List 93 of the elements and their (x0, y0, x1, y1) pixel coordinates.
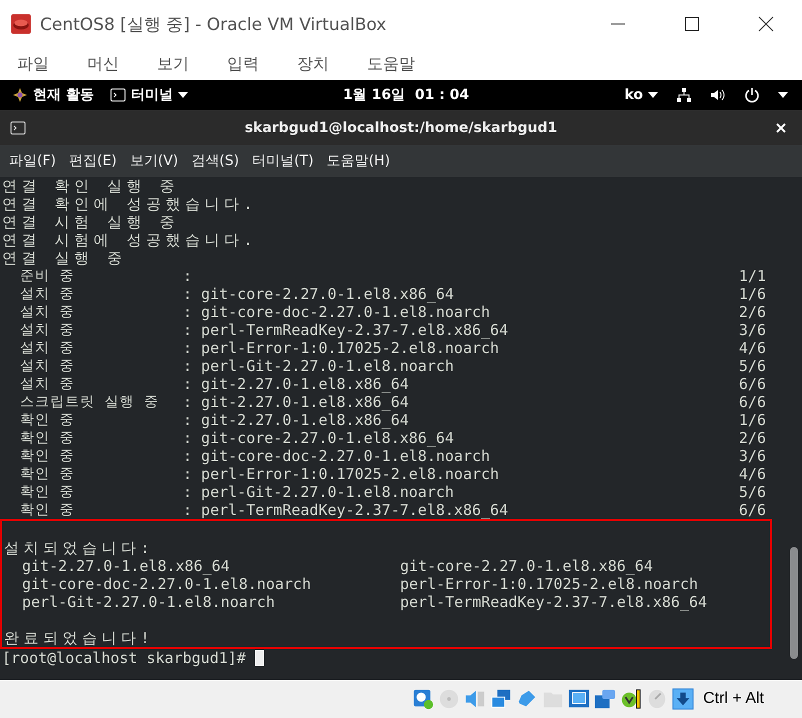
package-name: : git-core-2.27.0-1.el8.x86_64 (183, 429, 455, 447)
package-name: : (183, 267, 194, 285)
action-label: 확인 중 (20, 501, 76, 519)
menu-item[interactable]: 도움말 (367, 54, 415, 74)
menu-item[interactable]: 보기 (157, 54, 189, 74)
power-icon[interactable] (744, 87, 760, 103)
package-name: : perl-Git-2.27.0-1.el8.noarch (183, 483, 455, 501)
terminal-line: 연결 확인에 성공했습니다. (2, 195, 258, 213)
terminal-icon (10, 120, 26, 136)
action-label: 확인 중 (20, 465, 76, 483)
menu-item[interactable]: 터미널(T) (252, 152, 314, 170)
progress-count: 1/6 (738, 285, 766, 303)
menu-item[interactable]: 편집(E) (68, 152, 117, 170)
network-icon[interactable] (676, 87, 692, 103)
menu-item[interactable]: 장치 (297, 54, 329, 74)
action-label: 준비 중 (20, 267, 76, 285)
terminal-line: 설치되었습니다: (4, 539, 156, 557)
progress-count: 1/1 (738, 267, 766, 285)
menu-item[interactable]: 머신 (87, 54, 119, 74)
package-name: : perl-TermReadKey-2.37-7.el8.x86_64 (183, 501, 510, 519)
scrollbar-thumb[interactable] (790, 547, 798, 659)
progress-count: 4/6 (738, 465, 766, 483)
maximize-icon[interactable] (684, 16, 700, 32)
terminal-line: 연결 시험에 성공했습니다. (2, 231, 258, 249)
terminal-title: skarbgud1@localhost:/home/skarbgud1 (244, 120, 558, 136)
progress-count: 1/6 (738, 411, 766, 429)
progress-count: 5/6 (738, 483, 766, 501)
progress-count: 3/6 (738, 447, 766, 465)
hard-disk-icon[interactable] (412, 688, 434, 710)
package-name: : git-core-doc-2.27.0-1.el8.noarch (183, 303, 492, 321)
progress-count: 6/6 (738, 393, 766, 411)
action-label: 확인 중 (20, 411, 76, 429)
clock[interactable]: 1월 16일 01 : 04 (343, 86, 470, 104)
package-name: perl-Git-2.27.0-1.el8.noarch (22, 593, 276, 611)
caret-icon (648, 92, 658, 98)
caret-icon (178, 92, 188, 98)
package-name: : git-core-2.27.0-1.el8.x86_64 (183, 285, 455, 303)
action-label: 설치 중 (20, 375, 76, 393)
volume-icon[interactable] (710, 87, 726, 103)
progress-count: 6/6 (738, 375, 766, 393)
menu-item[interactable]: 검색(S) (191, 152, 240, 170)
action-label: 스크립트릿 실행 중 (20, 393, 160, 411)
action-label: 설치 중 (20, 321, 76, 339)
progress-count: 5/6 (738, 357, 766, 375)
package-name: perl-TermReadKey-2.37-7.el8.x86_64 (400, 593, 708, 611)
package-name: : git-2.27.0-1.el8.x86_64 (183, 375, 410, 393)
menu-item[interactable]: 도움말(H) (326, 152, 390, 170)
progress-count: 4/6 (738, 339, 766, 357)
package-name: git-2.27.0-1.el8.x86_64 (22, 557, 231, 575)
close-icon[interactable] (758, 16, 774, 32)
host-key-label: Ctrl + Alt (703, 690, 764, 708)
progress-count: 3/6 (738, 321, 766, 339)
terminal-icon (110, 87, 126, 103)
progress-count: 6/6 (738, 501, 766, 519)
package-name: : git-2.27.0-1.el8.x86_64 (183, 393, 410, 411)
action-label: 설치 중 (20, 339, 76, 357)
app-icon (10, 13, 32, 35)
menu-item[interactable]: 파일(F) (9, 152, 56, 170)
language-menu[interactable]: ko (624, 87, 658, 103)
package-name: git-core-2.27.0-1.el8.x86_64 (400, 557, 654, 575)
cursor (254, 650, 264, 666)
package-name: perl-Error-1:0.17025-2.el8.noarch (400, 575, 700, 593)
action-label: 확인 중 (20, 429, 76, 447)
progress-count: 2/6 (738, 303, 766, 321)
shell-prompt: [root@localhost skarbgud1]# (2, 649, 246, 667)
action-label: 설치 중 (20, 357, 76, 375)
menu-item[interactable]: 파일 (17, 54, 49, 74)
menu-item[interactable]: 입력 (227, 54, 259, 74)
action-label: 확인 중 (20, 447, 76, 465)
caret-icon[interactable] (778, 92, 788, 98)
action-label: 설치 중 (20, 303, 76, 321)
display-icon[interactable] (568, 688, 590, 710)
window-title: CentOS8 [실행 중] - Oracle VM VirtualBox (40, 14, 388, 36)
package-name: : perl-Git-2.27.0-1.el8.noarch (183, 357, 455, 375)
terminal-line: 연결 시험 실행 중 (2, 213, 180, 231)
action-label: 설치 중 (20, 285, 76, 303)
video-camera-icon[interactable] (594, 688, 616, 710)
activities-button[interactable]: 현재 활동 (12, 86, 94, 104)
app-menu[interactable]: 터미널 (110, 86, 188, 104)
progress-count: 2/6 (738, 429, 766, 447)
package-name: : perl-TermReadKey-2.37-7.el8.x86_64 (183, 321, 510, 339)
package-name: : perl-Error-1:0.17025-2.el8.noarch (183, 339, 500, 357)
package-name: git-core-doc-2.27.0-1.el8.noarch (22, 575, 312, 593)
terminal-line: 연결 실행 중 (2, 249, 128, 267)
menu-item[interactable]: 보기(V) (130, 152, 178, 170)
turtle-icon[interactable] (620, 688, 642, 710)
terminal-line: 연결 확인 실행 중 (2, 177, 180, 195)
terminal-line: 완료되었습니다! (4, 629, 156, 647)
speaker-icon[interactable] (464, 688, 486, 710)
package-name: : git-core-doc-2.27.0-1.el8.noarch (183, 447, 492, 465)
package-name: : git-2.27.0-1.el8.x86_64 (183, 411, 410, 429)
package-name: : perl-Error-1:0.17025-2.el8.noarch (183, 465, 500, 483)
action-label: 확인 중 (20, 483, 76, 501)
